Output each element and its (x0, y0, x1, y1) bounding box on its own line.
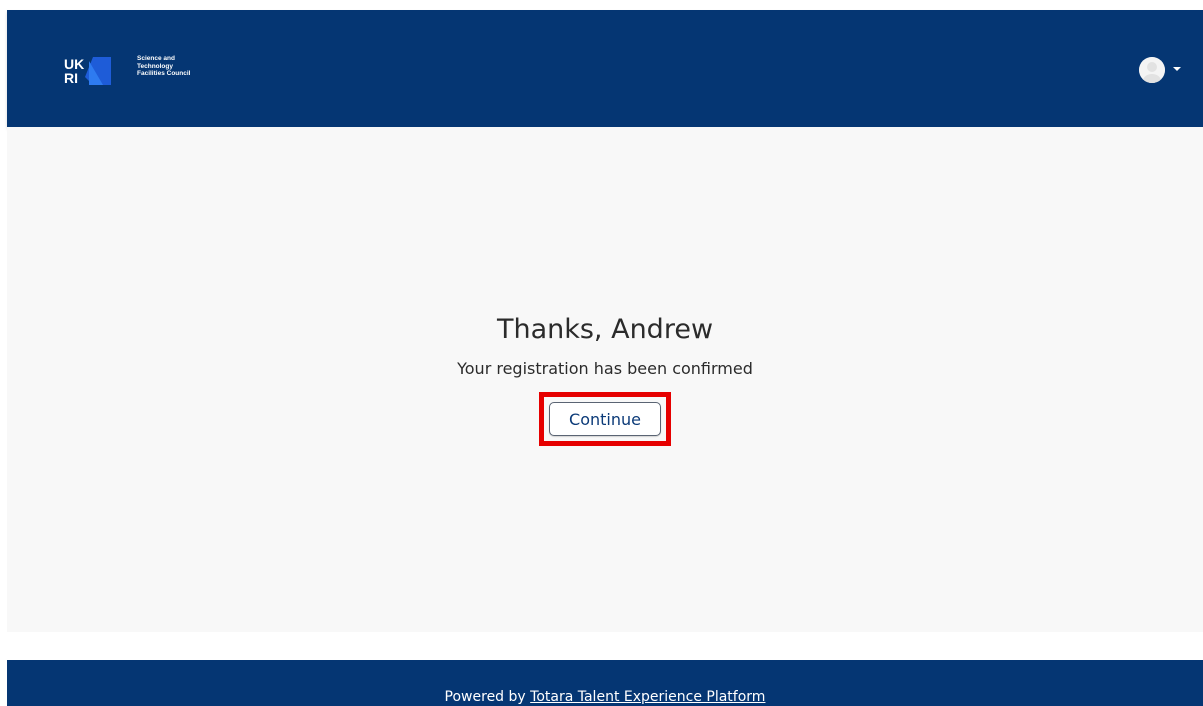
page-title: Thanks, Andrew (496, 314, 714, 345)
continue-button[interactable]: Continue (549, 402, 661, 436)
powered-by-text: Powered by Totara Talent Experience Plat… (7, 688, 1203, 706)
council-name-line: Technology (137, 62, 173, 70)
council-name-line: Facilities Council (137, 70, 191, 77)
confirmation-message: Your registration has been confirmed (457, 359, 753, 378)
highlight-box: Continue (539, 392, 671, 446)
council-name: Science and Technology Facilities Counci… (137, 55, 237, 78)
site-footer: Powered by Totara Talent Experience Plat… (7, 660, 1203, 706)
user-menu-toggle[interactable] (1139, 57, 1181, 83)
site-logo[interactable]: UK RI Science and Technology Facilities … (63, 55, 190, 87)
powered-by-label: Powered by (444, 689, 526, 705)
ukri-logo-icon: UK RI (64, 56, 111, 86)
svg-text:RI: RI (64, 70, 78, 86)
main-content: Thanks, Andrew Your registration has bee… (7, 127, 1203, 632)
confirmation-panel: Thanks, Andrew Your registration has bee… (7, 312, 1203, 446)
page: UK RI Science and Technology Facilities … (0, 0, 1203, 706)
platform-link[interactable]: Totara Talent Experience Platform (530, 689, 765, 705)
site-header: UK RI Science and Technology Facilities … (7, 10, 1203, 127)
caret-down-icon (1173, 67, 1181, 71)
council-name-line: Science and (137, 55, 175, 62)
user-avatar-icon (1139, 57, 1165, 83)
